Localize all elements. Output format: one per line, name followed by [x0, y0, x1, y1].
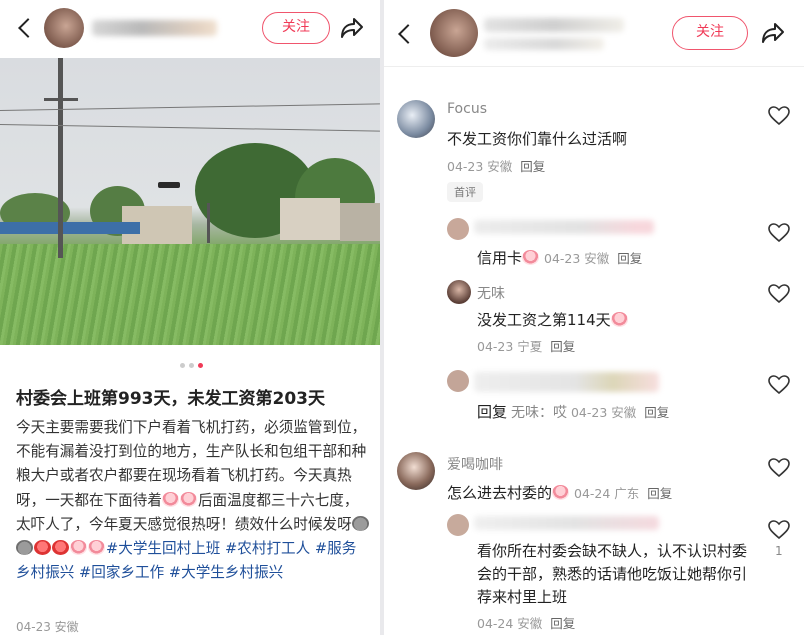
- header-divider: [384, 66, 804, 67]
- comment-line[interactable]: 没发工资之第114天: [477, 309, 629, 330]
- post-meta: 04-23 安徽: [16, 620, 79, 634]
- commenter-avatar[interactable]: [447, 514, 469, 536]
- cry-emoji-icon: [161, 491, 179, 507]
- utility-pole: [207, 203, 210, 243]
- cry-emoji-icon: [88, 540, 105, 556]
- commenter-avatar[interactable]: [447, 280, 471, 304]
- reply-button[interactable]: 回复: [520, 159, 545, 174]
- post-photo[interactable]: [0, 58, 380, 345]
- blue-roof: [0, 222, 140, 234]
- author-name-redacted: [484, 18, 624, 32]
- heart-outline-icon[interactable]: [768, 223, 790, 243]
- commenter-name[interactable]: 爱喝咖啡: [447, 454, 503, 474]
- heart-outline-icon[interactable]: [768, 375, 790, 395]
- pole-crossarm: [44, 98, 78, 101]
- heart-outline-icon[interactable]: [768, 284, 790, 304]
- back-chevron-icon[interactable]: [398, 24, 418, 44]
- reply-button[interactable]: 回复: [550, 616, 575, 631]
- post-title: 村委会上班第993天，未发工资第203天: [16, 389, 325, 409]
- comment-meta: 04-24 安徽 回复: [477, 613, 575, 632]
- hashtag[interactable]: #农村打工人: [225, 540, 310, 557]
- heart-outline-icon[interactable]: [768, 106, 790, 126]
- comment-text[interactable]: 怎么进去村委的: [447, 484, 552, 502]
- cry-emoji-icon: [522, 250, 540, 265]
- pager-dot-active[interactable]: [198, 363, 203, 368]
- comment-text[interactable]: 不发工资你们靠什么过活啊: [447, 128, 627, 149]
- heart-outline-icon[interactable]: [768, 520, 790, 540]
- commenter-name[interactable]: 无味: [477, 283, 505, 303]
- commenter-name-redacted: [474, 220, 654, 234]
- back-chevron-icon[interactable]: [18, 18, 38, 38]
- comment-date-location: 04-24 安徽: [477, 616, 543, 631]
- building: [340, 203, 380, 241]
- hashtag[interactable]: #大学生乡村振兴: [169, 564, 283, 581]
- commenter-avatar[interactable]: [447, 218, 469, 240]
- author-avatar[interactable]: [430, 9, 478, 57]
- share-icon[interactable]: [761, 22, 785, 44]
- comment-text[interactable]: 信用卡: [477, 249, 522, 267]
- reply-label: 回复: [477, 403, 508, 421]
- comment-date-location: 04-23 安徽: [447, 159, 513, 174]
- power-line: [0, 124, 380, 132]
- author-avatar[interactable]: [44, 8, 84, 48]
- commenter-avatar[interactable]: [447, 370, 469, 392]
- share-icon[interactable]: [340, 17, 364, 39]
- poop-emoji-icon: [16, 540, 33, 556]
- angry-emoji-icon: [34, 540, 51, 556]
- reply-button[interactable]: 回复: [550, 339, 575, 354]
- cry-emoji-icon: [179, 491, 197, 507]
- reply-button[interactable]: 回复: [644, 405, 669, 420]
- first-comment-badge: 首评: [447, 182, 483, 202]
- hashtag[interactable]: #大学生回村上班: [106, 540, 220, 557]
- mention-text[interactable]: 无味：哎: [511, 405, 567, 421]
- commenter-avatar[interactable]: [397, 452, 435, 490]
- comment-meta: 04-23 安徽 回复: [447, 156, 545, 175]
- green-field: [0, 244, 380, 345]
- comment-meta: 04-23 宁夏 回复: [477, 336, 575, 355]
- angry-emoji-icon: [52, 540, 69, 556]
- comment-line: 信用卡 04-23 安徽 回复: [477, 247, 642, 268]
- cry-emoji-icon: [70, 540, 87, 556]
- power-line: [0, 103, 380, 111]
- reply-button[interactable]: 回复: [617, 251, 642, 266]
- building: [280, 198, 340, 240]
- comment-date-location: 04-23 安徽: [570, 405, 637, 420]
- commenter-name-redacted: [474, 516, 659, 530]
- utility-pole: [58, 58, 63, 258]
- pager-dot[interactable]: [189, 363, 194, 368]
- comment-text[interactable]: 看你所在村委会缺不缺人，认不认识村委会的干部，熟悉的话请他吃饭让她帮你引荐来村里…: [477, 540, 757, 609]
- commenter-name[interactable]: Focus: [447, 101, 487, 117]
- commenter-name-redacted: [474, 372, 659, 392]
- comment-date-location: 04-24 广东: [574, 486, 640, 501]
- pager-dot[interactable]: [180, 363, 185, 368]
- comment-text[interactable]: 没发工资之第114天: [477, 311, 611, 329]
- comments-panel: 关注 Focus 不发工资你们靠什么过活啊 04-23 安徽 回复 首评 信用卡 …: [384, 0, 804, 635]
- follow-button[interactable]: 关注: [672, 16, 748, 50]
- like-count: 1: [775, 544, 783, 558]
- heart-outline-icon[interactable]: [768, 458, 790, 478]
- comments-header: 关注: [384, 0, 804, 66]
- reply-button[interactable]: 回复: [647, 486, 672, 501]
- author-id-redacted: [484, 38, 604, 50]
- cry-emoji-icon: [552, 485, 570, 500]
- comment-line: 怎么进去村委的 04-24 广东 回复: [447, 482, 672, 503]
- cry-emoji-icon: [610, 312, 628, 327]
- author-name-redacted: [92, 20, 217, 36]
- follow-button[interactable]: 关注: [262, 12, 330, 44]
- post-body: 今天主要需要我们下户看着飞机打药，必须监管到位，不能有漏着没打到位的地方，生产队…: [16, 416, 370, 585]
- comment-date-location: 04-23 安徽: [544, 251, 610, 266]
- poop-emoji-icon: [351, 515, 369, 531]
- hashtag[interactable]: #回家乡工作: [79, 564, 164, 581]
- commenter-avatar[interactable]: [397, 100, 435, 138]
- post-header: 关注: [0, 0, 380, 58]
- comment-line: 回复 无味：哎 04-23 安徽 回复: [477, 401, 669, 422]
- post-detail-panel: 关注 村委会上班第993天，未发工资第203天 今天主要需要我们下户看着飞机打药…: [0, 0, 380, 635]
- drone: [158, 182, 180, 188]
- comment-date-location: 04-23 宁夏: [477, 339, 543, 354]
